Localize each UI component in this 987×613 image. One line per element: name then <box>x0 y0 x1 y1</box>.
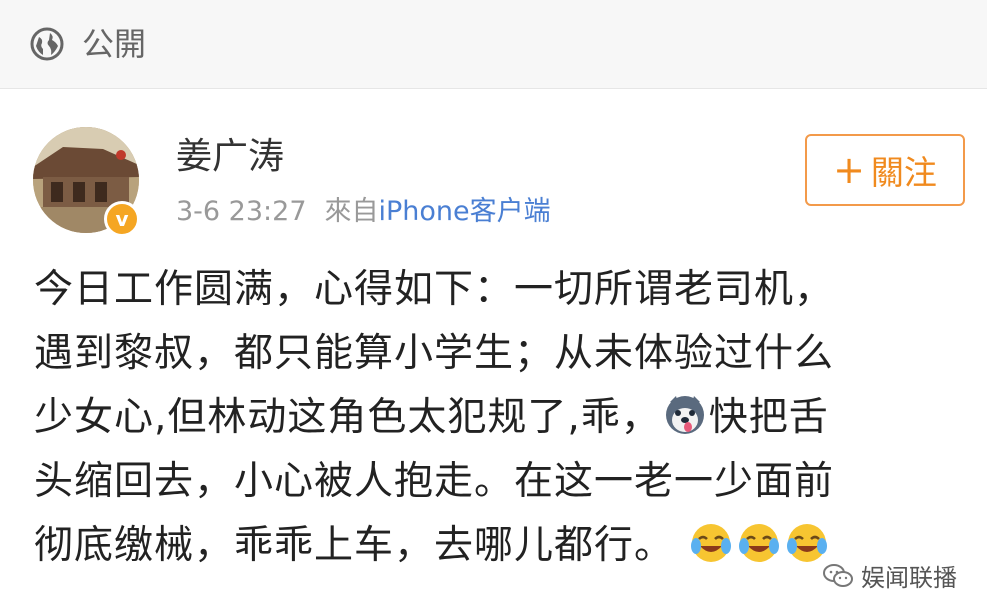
laugh-cry-emoji-icon <box>786 520 828 562</box>
plus-icon: + <box>833 148 865 192</box>
visibility-bar: 公開 <box>0 0 987 89</box>
source-prefix: 來自 <box>324 196 379 227</box>
post-line-segment: 快把舌 <box>708 395 829 440</box>
post-body: 今日工作圆满，心得如下：一切所谓老司机， 遇到黎叔，都只能算小学生；从未体验过什… <box>34 258 964 578</box>
watermark: 娱闻联播 <box>823 558 957 593</box>
post-meta: 3-6 23:27 來自iPhone客户端 <box>176 193 551 231</box>
author-name[interactable]: 姜广涛 <box>176 134 284 180</box>
post-line: 今日工作圆满，心得如下：一切所谓老司机， <box>34 267 835 312</box>
laugh-cry-emoji-icon <box>738 520 780 562</box>
source-link[interactable]: iPhone客户端 <box>379 196 551 227</box>
post-line-segment: 少女心,但林动这角色太犯规了,乖， <box>34 395 661 440</box>
wechat-icon <box>823 563 853 589</box>
post-line-with-emoji: 少女心,但林动这角色太犯规了,乖， 快把舌 <box>34 386 964 450</box>
follow-button[interactable]: + 關注 <box>805 134 965 206</box>
globe-icon <box>30 27 64 61</box>
follow-label: 關注 <box>870 153 937 192</box>
watermark-text: 娱闻联播 <box>861 564 957 592</box>
post-line-segment: 彻底缴械，乖乖上车，去哪儿都行。 <box>34 523 675 568</box>
verified-badge-icon: v <box>104 201 140 237</box>
laugh-cry-emoji-icon <box>690 520 732 562</box>
visibility-label: 公開 <box>82 25 147 63</box>
husky-emoji-icon <box>664 392 706 434</box>
post-line: 遇到黎叔，都只能算小学生；从未体验过什么 <box>34 331 835 376</box>
post-line: 头缩回去，小心被人抱走。在这一老一少面前 <box>34 459 835 504</box>
post-time: 3-6 23:27 <box>176 196 307 227</box>
